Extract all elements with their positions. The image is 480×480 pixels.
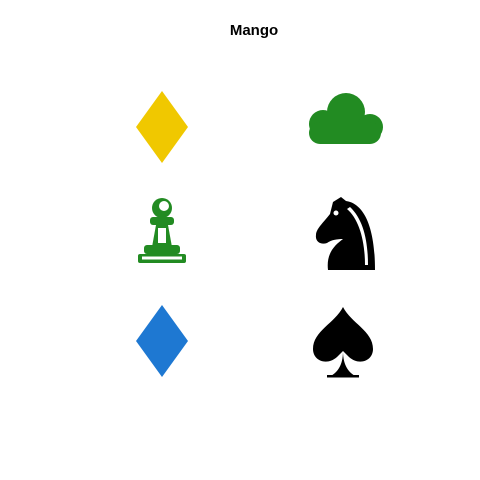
tile-knight[interactable] (293, 185, 393, 285)
tile-spade[interactable] (293, 291, 393, 391)
diamond-icon (136, 305, 188, 377)
tile-pawn[interactable] (112, 185, 212, 285)
diamond-icon (136, 91, 188, 163)
cloud-icon (309, 93, 383, 144)
tile-diamond-yellow[interactable] (112, 77, 212, 177)
chess-pawn-icon (138, 198, 186, 263)
tile-cloud[interactable] (293, 77, 393, 177)
page-title: Mango (229, 22, 279, 39)
chess-knight-icon (315, 197, 375, 270)
tile-diamond-blue[interactable] (112, 291, 212, 391)
spade-icon (313, 307, 373, 378)
